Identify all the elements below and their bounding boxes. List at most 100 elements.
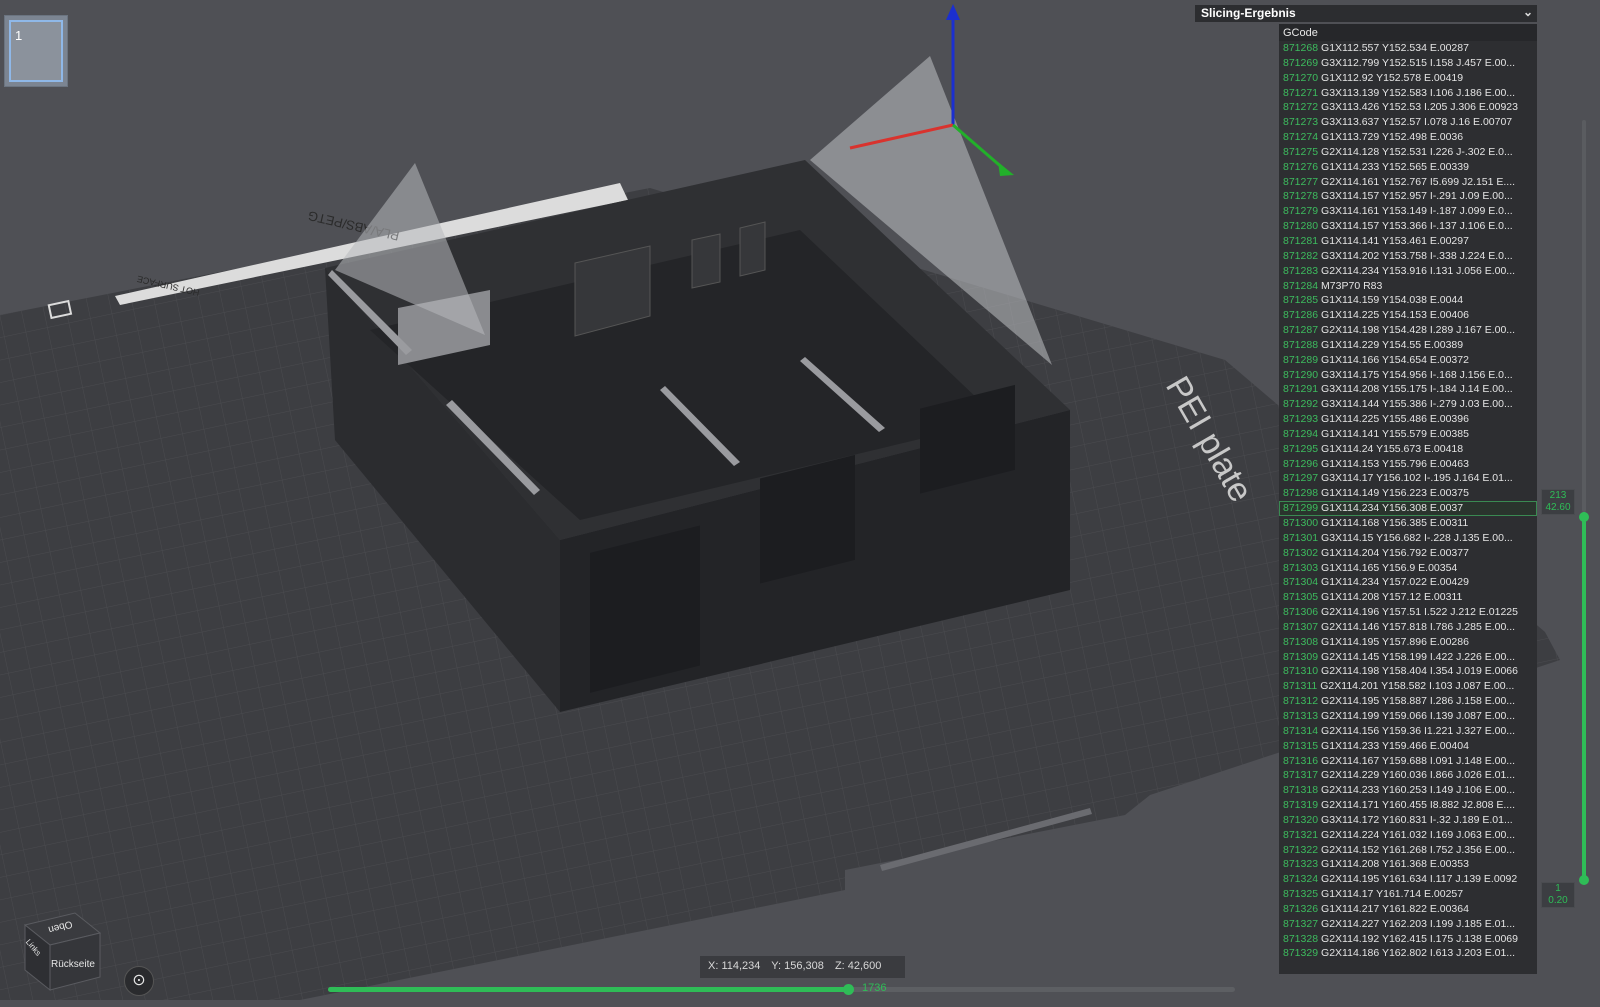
gcode-line[interactable]: 871268 G1X112.557 Y152.534 E.00287 <box>1279 41 1537 56</box>
gcode-line[interactable]: 871317 G2X114.229 Y160.036 I.866 J.026 E.… <box>1279 768 1537 783</box>
gcode-line[interactable]: 871294 G1X114.141 Y155.579 E.00385 <box>1279 427 1537 442</box>
gcode-line-number: 871286 <box>1283 309 1319 322</box>
gcode-line-number: 871311 <box>1283 680 1318 693</box>
gcode-line-command: G2X114.233 Y160.253 I.149 J.106 E.00... <box>1321 784 1516 797</box>
gcode-line[interactable]: 871275 G2X114.128 Y152.531 I.226 J-.302 E… <box>1279 145 1537 160</box>
gcode-line[interactable]: 871322 G2X114.152 Y161.268 I.752 J.356 E.… <box>1279 843 1537 858</box>
gcode-line-command: G2X114.201 Y158.582 I.103 J.087 E.00... <box>1320 680 1515 693</box>
gcode-line[interactable]: 871329 G2X114.186 Y162.802 I.613 J.203 E.… <box>1279 946 1537 961</box>
plate-thumbnail[interactable]: 1 <box>4 15 68 87</box>
gcode-line[interactable]: 871279 G3X114.161 Y153.149 I-.187 J.099 E… <box>1279 204 1537 219</box>
slicing-result-header[interactable]: Slicing-Ergebnis ⌄ <box>1195 5 1537 22</box>
gcode-line-command: G3X113.426 Y152.53 I.205 J.306 E.00923 <box>1321 101 1518 114</box>
gcode-line[interactable]: 871319 G2X114.171 Y160.455 I8.882 J2.808 … <box>1279 798 1537 813</box>
gcode-line-command: G1X114.208 Y157.12 E.00311 <box>1321 591 1463 604</box>
gcode-line[interactable]: 871288 G1X114.229 Y154.55 E.00389 <box>1279 338 1537 353</box>
gcode-line[interactable]: 871328 G2X114.192 Y162.415 I.175 J.138 E.… <box>1279 932 1537 947</box>
layer-slider-track[interactable] <box>1582 120 1586 512</box>
recenter-view-icon[interactable]: ⊙ <box>124 966 154 996</box>
gcode-line-number: 871269 <box>1283 56 1319 69</box>
gcode-line-command: G2X114.156 Y159.36 I1.221 J.327 E.00... <box>1321 724 1516 737</box>
collapse-chevron-icon[interactable]: ⌄ <box>1523 6 1533 19</box>
gcode-line[interactable]: 871269 G3X112.799 Y152.515 I.158 J.457 E.… <box>1279 56 1537 71</box>
gcode-panel[interactable]: GCode 871268 G1X112.557 Y152.534 E.00287 8… <box>1279 24 1537 974</box>
gcode-line[interactable]: 871309 G2X114.145 Y158.199 I.422 J.226 E.… <box>1279 650 1537 665</box>
gcode-line[interactable]: 871281 G1X114.141 Y153.461 E.00297 <box>1279 234 1537 249</box>
gcode-line[interactable]: 871290 G3X114.175 Y154.956 I-.168 J.156 E… <box>1279 368 1537 383</box>
gcode-line[interactable]: 871284 M73P70 R83 <box>1279 279 1537 294</box>
gcode-line[interactable]: 871286 G1X114.225 Y154.153 E.00406 <box>1279 308 1537 323</box>
gcode-line[interactable]: 871296 G1X114.153 Y155.796 E.00463 <box>1279 457 1537 472</box>
gcode-line[interactable]: 871323 G1X114.208 Y161.368 E.00353 <box>1279 857 1537 872</box>
gcode-line[interactable]: 871298 G1X114.149 Y156.223 E.00375 <box>1279 486 1537 501</box>
gcode-line-number: 871283 <box>1283 264 1319 277</box>
gcode-line[interactable]: 871289 G1X114.166 Y154.654 E.00372 <box>1279 353 1537 368</box>
gcode-line-number: 871279 <box>1283 205 1319 218</box>
gcode-line[interactable]: 871326 G1X114.217 Y161.822 E.00364 <box>1279 902 1537 917</box>
gcode-line[interactable]: 871299 G1X114.234 Y156.308 E.0037 <box>1279 501 1537 516</box>
gcode-line-command: G3X114.144 Y155.386 I-.279 J.03 E.00... <box>1321 398 1513 411</box>
gcode-line[interactable]: 871276 G1X114.233 Y152.565 E.00339 <box>1279 160 1537 175</box>
gcode-line[interactable]: 871278 G3X114.157 Y152.957 I-.291 J.09 E.… <box>1279 189 1537 204</box>
gcode-line[interactable]: 871318 G2X114.233 Y160.253 I.149 J.106 E.… <box>1279 783 1537 798</box>
gcode-line-command: G1X114.204 Y156.792 E.00377 <box>1321 546 1469 559</box>
gcode-line[interactable]: 871301 G3X114.15 Y156.682 I-.228 J.135 E.… <box>1279 531 1537 546</box>
gcode-line[interactable]: 871300 G1X114.168 Y156.385 E.00311 <box>1279 516 1537 531</box>
gcode-line-command: G1X114.234 Y157.022 E.00429 <box>1321 576 1469 589</box>
gcode-line[interactable]: 871314 G2X114.156 Y159.36 I1.221 J.327 E.… <box>1279 724 1537 739</box>
gcode-line[interactable]: 871307 G2X114.146 Y157.818 I.786 J.285 E.… <box>1279 620 1537 635</box>
gcode-line[interactable]: 871295 G1X114.24 Y155.673 E.00418 <box>1279 442 1537 457</box>
gcode-line-command: G3X114.172 Y160.831 I-.32 J.189 E.01... <box>1321 813 1513 826</box>
gcode-line-command: G1X114.166 Y154.654 E.00372 <box>1321 353 1469 366</box>
layer-slider-bottom-handle[interactable] <box>1579 875 1589 885</box>
gcode-line[interactable]: 871302 G1X114.204 Y156.792 E.00377 <box>1279 546 1537 561</box>
gcode-line-number: 871306 <box>1283 606 1319 619</box>
gcode-line[interactable]: 871321 G2X114.224 Y161.032 I.169 J.063 E.… <box>1279 828 1537 843</box>
view-cube[interactable]: Oben Rückseite Links <box>20 905 110 1000</box>
move-slider-value: 1736 <box>862 982 887 994</box>
gcode-line[interactable]: 871313 G2X114.199 Y159.066 I.139 J.087 E.… <box>1279 709 1537 724</box>
gcode-line-number: 871318 <box>1283 784 1319 797</box>
gcode-line[interactable]: 871292 G3X114.144 Y155.386 I-.279 J.03 E.… <box>1279 397 1537 412</box>
gcode-line[interactable]: 871325 G1X114.17 Y161.714 E.00257 <box>1279 887 1537 902</box>
gcode-line[interactable]: 871280 G3X114.157 Y153.366 I-.137 J.106 E… <box>1279 219 1537 234</box>
gcode-line[interactable]: 871273 G3X113.637 Y152.57 I.078 J.16 E.00… <box>1279 115 1537 130</box>
gcode-line[interactable]: 871297 G3X114.17 Y156.102 I-.195 J.164 E.… <box>1279 471 1537 486</box>
layer-slider-top-handle[interactable] <box>1579 512 1589 522</box>
gcode-line-command: G1X112.92 Y152.578 E.00419 <box>1321 71 1464 84</box>
gcode-line[interactable]: 871293 G1X114.225 Y155.486 E.00396 <box>1279 412 1537 427</box>
gcode-line[interactable]: 871283 G2X114.234 Y153.916 I.131 J.056 E.… <box>1279 264 1537 279</box>
move-slider-range[interactable] <box>328 987 848 992</box>
gcode-line-number: 871290 <box>1283 368 1319 381</box>
gcode-line-number: 871288 <box>1283 338 1319 351</box>
gcode-line[interactable]: 871308 G1X114.195 Y157.896 E.00286 <box>1279 635 1537 650</box>
gcode-line-number: 871321 <box>1283 828 1319 841</box>
gcode-line[interactable]: 871312 G2X114.195 Y158.887 I.286 J.158 E.… <box>1279 694 1537 709</box>
gcode-line[interactable]: 871291 G3X114.208 Y155.175 I-.184 J.14 E.… <box>1279 382 1537 397</box>
gcode-line[interactable]: 871311 G2X114.201 Y158.582 I.103 J.087 E.… <box>1279 679 1537 694</box>
gcode-line[interactable]: 871316 G2X114.167 Y159.688 I.091 J.148 E.… <box>1279 754 1537 769</box>
gcode-line[interactable]: 871282 G3X114.202 Y153.758 I-.338 J.224 E… <box>1279 249 1537 264</box>
gcode-line[interactable]: 871327 G2X114.227 Y162.203 I.199 J.185 E.… <box>1279 917 1537 932</box>
gcode-line-command: G2X114.198 Y158.404 I.354 J.019 E.0066 <box>1321 665 1518 678</box>
layer-slider-range[interactable] <box>1582 512 1586 880</box>
gcode-line[interactable]: 871285 G1X114.159 Y154.038 E.0044 <box>1279 293 1537 308</box>
gcode-line[interactable]: 871305 G1X114.208 Y157.12 E.00311 <box>1279 590 1537 605</box>
gcode-line[interactable]: 871287 G2X114.198 Y154.428 I.289 J.167 E.… <box>1279 323 1537 338</box>
gcode-list[interactable]: 871268 G1X112.557 Y152.534 E.00287 871269 G… <box>1279 41 1537 961</box>
gcode-line[interactable]: 871303 G1X114.165 Y156.9 E.00354 <box>1279 561 1537 576</box>
gcode-line[interactable]: 871274 G1X113.729 Y152.498 E.0036 <box>1279 130 1537 145</box>
gcode-line[interactable]: 871277 G2X114.161 Y152.767 I5.699 J2.151 … <box>1279 175 1537 190</box>
gcode-line[interactable]: 871270 G1X112.92 Y152.578 E.00419 <box>1279 71 1537 86</box>
coord-y: Y: 156,308 <box>771 960 824 972</box>
gcode-line[interactable]: 871320 G3X114.172 Y160.831 I-.32 J.189 E.… <box>1279 813 1537 828</box>
gcode-line[interactable]: 871315 G1X114.233 Y159.466 E.00404 <box>1279 739 1537 754</box>
gcode-line[interactable]: 871306 G2X114.196 Y157.51 I.522 J.212 E.0… <box>1279 605 1537 620</box>
move-slider-handle[interactable] <box>843 984 854 995</box>
gcode-line[interactable]: 871272 G3X113.426 Y152.53 I.205 J.306 E.0… <box>1279 100 1537 115</box>
gcode-line[interactable]: 871324 G2X114.195 Y161.634 I.117 J.139 E.… <box>1279 872 1537 887</box>
gcode-line-command: G1X114.24 Y155.673 E.00418 <box>1321 442 1464 455</box>
gcode-line[interactable]: 871310 G2X114.198 Y158.404 I.354 J.019 E.… <box>1279 664 1537 679</box>
gcode-line[interactable]: 871271 G3X113.139 Y152.583 I.106 J.186 E.… <box>1279 86 1537 101</box>
gcode-line[interactable]: 871304 G1X114.234 Y157.022 E.00429 <box>1279 575 1537 590</box>
